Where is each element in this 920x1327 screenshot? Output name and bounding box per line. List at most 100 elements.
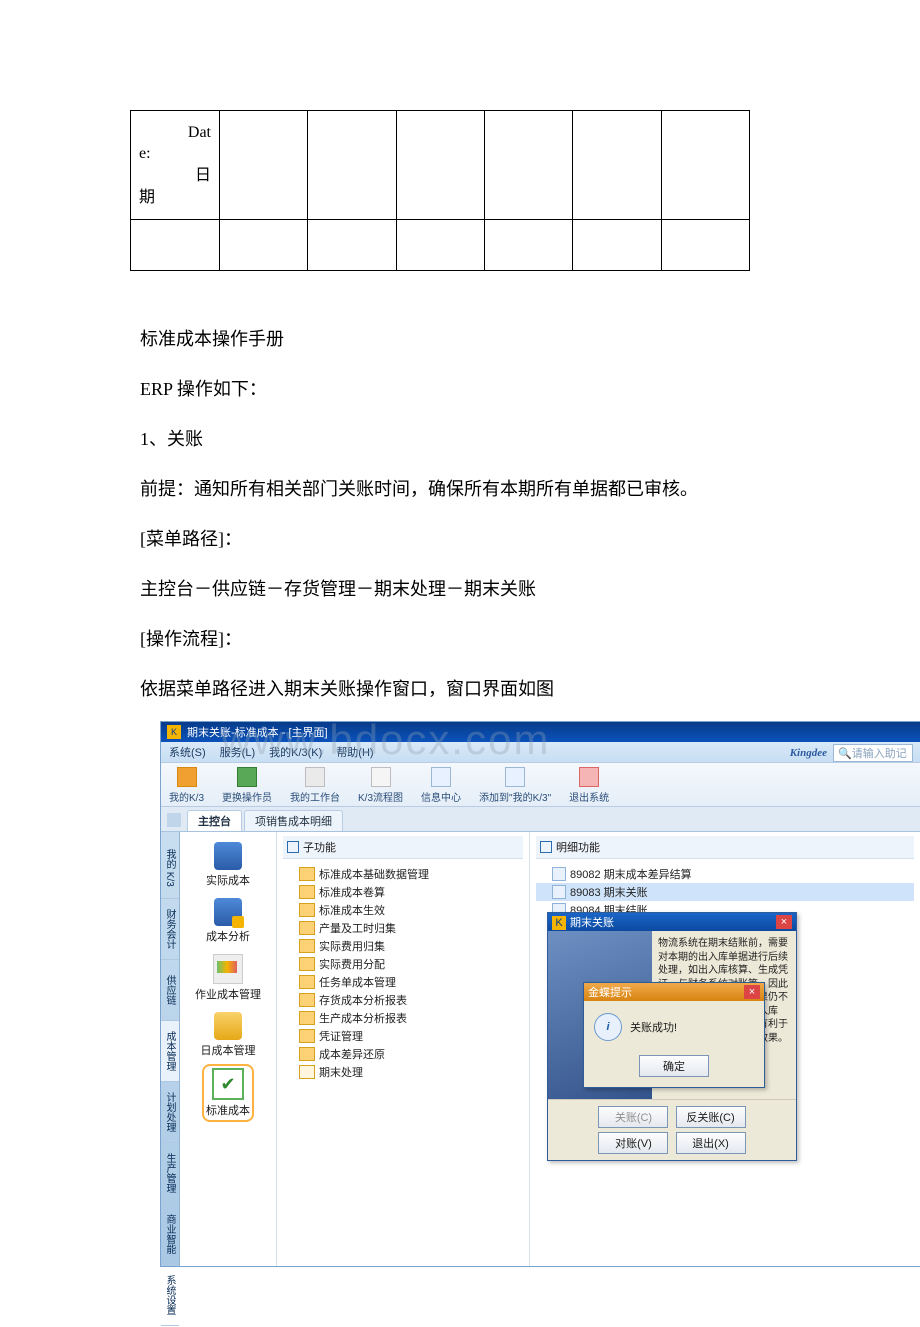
toolbar-myk3-button[interactable]: 我的K/3: [169, 767, 204, 804]
subfunc-item[interactable]: 生产成本分析报表: [283, 1009, 523, 1027]
box-icon: [214, 1012, 242, 1040]
menu-help[interactable]: 帮助(H): [336, 744, 373, 760]
success-alert-dialog: 金蝶提示 × i 关账成功! 确定: [583, 982, 765, 1088]
subfunc-item[interactable]: 任务单成本管理: [283, 973, 523, 991]
close-icon[interactable]: ×: [744, 985, 760, 999]
doc-icon: [552, 885, 566, 899]
subfunc-item[interactable]: 标准成本基础数据管理: [283, 865, 523, 883]
tab-main[interactable]: 主控台: [187, 810, 242, 831]
alert-message: 关账成功!: [630, 1019, 677, 1035]
doc-line: 标准成本操作手册: [140, 321, 820, 357]
subfunc-item[interactable]: 标准成本卷算: [283, 883, 523, 901]
nav-cost-analysis[interactable]: 成本分析: [206, 898, 250, 944]
subfunc-item[interactable]: 实际费用分配: [283, 955, 523, 973]
ribbon-bar: 我的 K/3 财务会计 供应链 成本管理 计划处理 生产管理 商业智能 系统设置: [161, 832, 180, 1266]
ribbon-plan[interactable]: 计划处理: [161, 1082, 179, 1143]
plus-icon: [505, 767, 525, 787]
tab-detail[interactable]: 项销售成本明细: [244, 810, 343, 831]
ribbon-finance[interactable]: 财务会计: [161, 899, 179, 960]
subfunc-item[interactable]: 产量及工时归集: [283, 919, 523, 937]
nav-job-cost[interactable]: 作业成本管理: [195, 954, 261, 1002]
subfunc-list: 标准成本基础数据管理标准成本卷算标准成本生效产量及工时归集实际费用归集实际费用分…: [283, 865, 523, 1081]
table-cell: [573, 220, 661, 271]
nav-actual-cost[interactable]: 实际成本: [206, 842, 250, 888]
header-table: Dat e: 日 期: [130, 110, 750, 271]
help-search[interactable]: 🔍 请输入助记: [833, 744, 913, 762]
ok-button[interactable]: 确定: [639, 1055, 709, 1077]
menu-service[interactable]: 服务(L): [220, 744, 255, 760]
subfunc-item[interactable]: 实际费用归集: [283, 937, 523, 955]
table-cell: [396, 220, 484, 271]
close-icon[interactable]: ×: [776, 915, 792, 929]
info-icon: [431, 767, 451, 787]
folder-icon: [299, 1029, 315, 1043]
cube-icon: [214, 842, 242, 870]
toolbar-addfav-button[interactable]: 添加到"我的K/3": [479, 767, 551, 804]
square-icon: [540, 841, 552, 853]
workspace: 我的 K/3 财务会计 供应链 成本管理 计划处理 生产管理 商业智能 系统设置…: [161, 832, 920, 1266]
detail-item[interactable]: 89082 期末成本差异结算: [536, 865, 914, 883]
folder-icon: [299, 1047, 315, 1061]
doc-line: 前提：通知所有相关部门关账时间，确保所有本期所有单据都已审核。: [140, 471, 820, 507]
toolbar-exit-button[interactable]: 退出系统: [569, 767, 609, 804]
doc-icon: [552, 867, 566, 881]
exit-icon: [579, 767, 599, 787]
table-cell: [484, 220, 572, 271]
menu-system[interactable]: 系统(S): [169, 744, 206, 760]
menu-bar[interactable]: 系统(S) 服务(L) 我的K/3(K) 帮助(H) Kingdee 🔍 请输入…: [161, 742, 920, 762]
k-icon: K: [552, 916, 566, 930]
nav-daily-cost[interactable]: 日成本管理: [201, 1012, 256, 1058]
subfunc-item[interactable]: 存货成本分析报表: [283, 991, 523, 1009]
folder-icon: [299, 993, 315, 1007]
ribbon-syssetting[interactable]: 系统设置: [161, 1265, 179, 1326]
cube-lock-icon: [214, 898, 242, 926]
brand-area: Kingdee 🔍 请输入助记: [790, 744, 913, 762]
folder-icon: [299, 957, 315, 971]
subfunc-item[interactable]: 期末处理: [283, 1063, 523, 1081]
folder-icon: [299, 975, 315, 989]
ribbon-cost[interactable]: 成本管理: [161, 1021, 179, 1082]
pin-icon[interactable]: [167, 813, 181, 827]
doc-line: [操作流程]：: [140, 621, 820, 657]
ribbon-myk3[interactable]: 我的 K/3: [161, 838, 179, 899]
folder-icon: [299, 885, 315, 899]
window-titlebar: K 期末关账-标准成本 - [主界面]: [161, 722, 920, 742]
detail-item[interactable]: 89083 期末关账: [536, 883, 914, 901]
ribbon-supplychain[interactable]: 供应链: [161, 960, 179, 1021]
square-icon: [287, 841, 299, 853]
ribbon-produce[interactable]: 生产管理: [161, 1143, 179, 1204]
close-account-button[interactable]: 关账(C): [598, 1106, 668, 1128]
subfunc-header: 子功能: [283, 836, 523, 859]
table-cell: [484, 111, 572, 220]
subfunc-panel: 子功能 标准成本基础数据管理标准成本卷算标准成本生效产量及工时归集实际费用归集实…: [277, 832, 530, 1266]
dialog-titlebar: K期末关账 ×: [548, 913, 796, 931]
table-cell: [131, 220, 220, 271]
exit-button[interactable]: 退出(X): [676, 1132, 746, 1154]
table-cell: [661, 220, 749, 271]
table-cell: [220, 111, 308, 220]
ribbon-bi[interactable]: 商业智能: [161, 1204, 179, 1265]
toolbar-switchuser-button[interactable]: 更换操作员: [222, 767, 272, 804]
toolbar-flowchart-button[interactable]: K/3流程图: [358, 767, 403, 804]
tab-bar: 主控台 项销售成本明细: [161, 807, 920, 832]
toolbar-info-button[interactable]: 信息中心: [421, 767, 461, 804]
erp-screenshot: www.bdocx.com K 期末关账-标准成本 - [主界面] 系统(S) …: [160, 721, 920, 1267]
check-icon: [212, 1068, 244, 1100]
subfunc-item[interactable]: 凭证管理: [283, 1027, 523, 1045]
menu-myk3[interactable]: 我的K/3(K): [269, 744, 322, 760]
table-cell: [573, 111, 661, 220]
toolbar-workbench-button[interactable]: 我的工作台: [290, 767, 340, 804]
reconcile-button[interactable]: 对账(V): [598, 1132, 668, 1154]
document-body: 标准成本操作手册 ERP 操作如下： 1、关账 前提：通知所有相关部门关账时间，…: [140, 321, 820, 707]
flow-icon: [371, 767, 391, 787]
subfunc-item[interactable]: 标准成本生效: [283, 901, 523, 919]
star-icon: [177, 767, 197, 787]
subfunc-item[interactable]: 成本差异还原: [283, 1045, 523, 1063]
window-title: 期末关账-标准成本 - [主界面]: [187, 724, 328, 740]
nav-standard-cost[interactable]: 标准成本: [206, 1068, 250, 1118]
table-cell: [308, 220, 396, 271]
folder-icon: [299, 1065, 315, 1079]
folder-icon: [299, 921, 315, 935]
unclose-account-button[interactable]: 反关账(C): [676, 1106, 746, 1128]
table-cell: [661, 111, 749, 220]
